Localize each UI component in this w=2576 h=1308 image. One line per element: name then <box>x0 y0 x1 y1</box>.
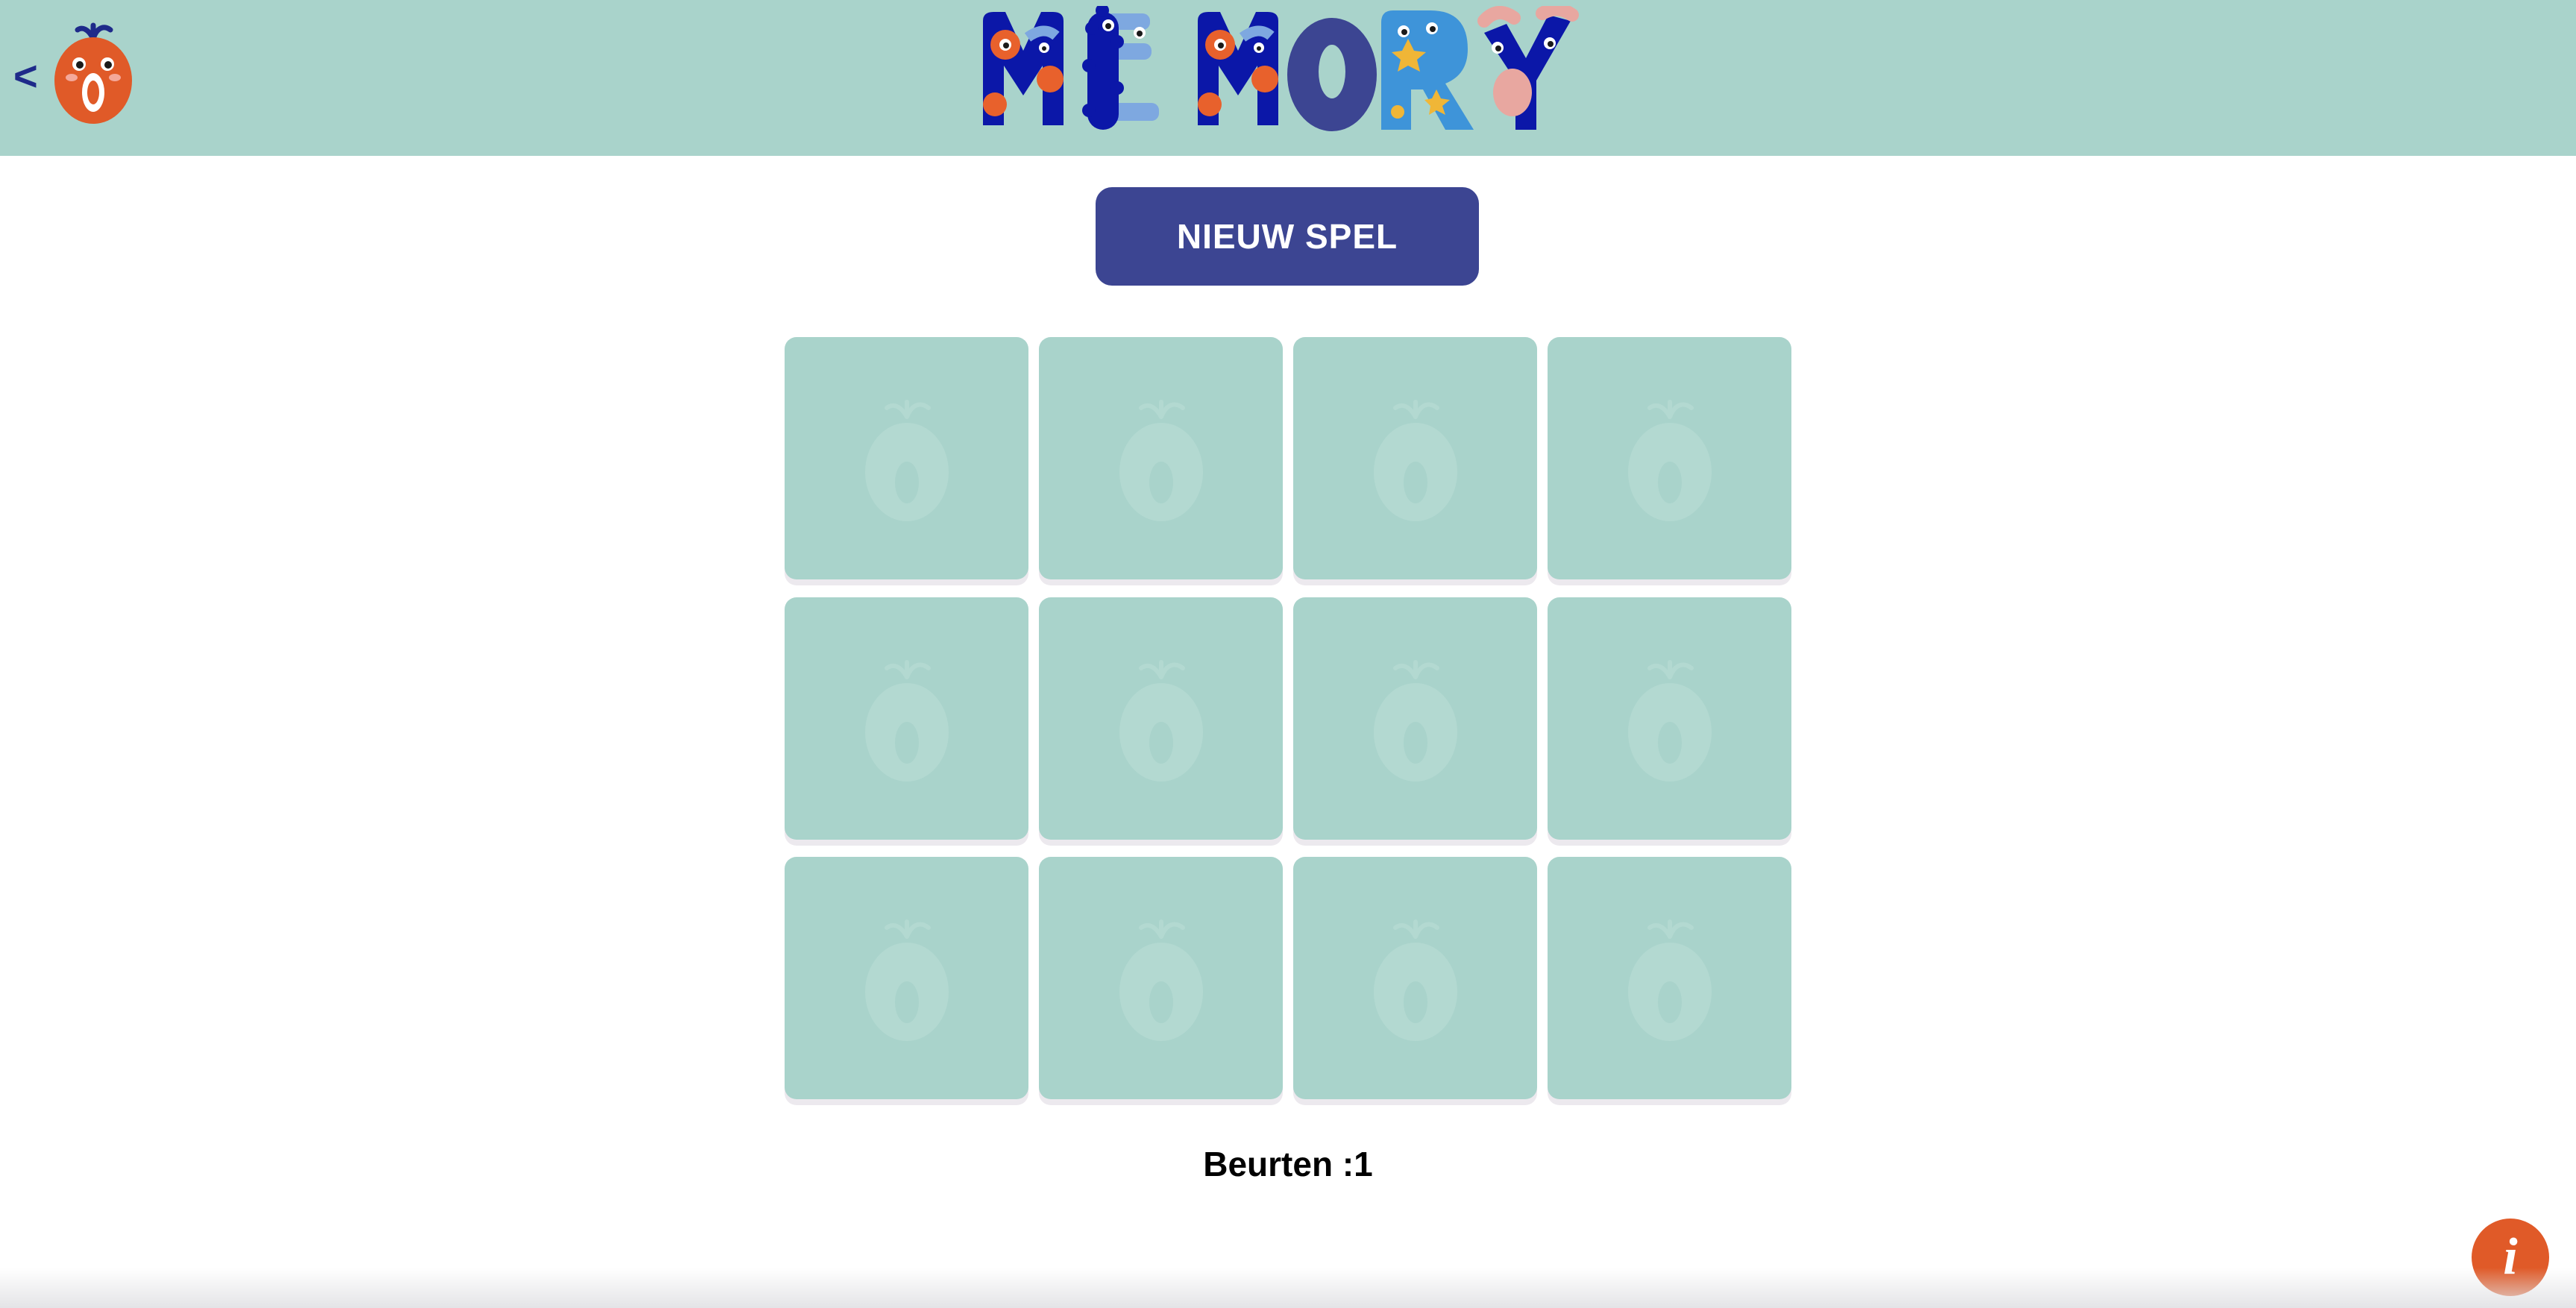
back-link[interactable]: < <box>7 22 134 130</box>
new-game-button[interactable]: NIEUW SPEL <box>1096 187 1479 286</box>
memory-card[interactable] <box>785 337 1028 579</box>
tomato-mascot-icon <box>1627 919 1712 1041</box>
info-button[interactable]: i <box>2472 1219 2549 1296</box>
tomato-mascot-icon <box>864 659 949 782</box>
tomato-mascot-icon <box>1373 399 1457 521</box>
tomato-mascot-icon <box>1627 659 1712 782</box>
tomato-mascot-icon <box>1373 659 1457 782</box>
logo-letter-m2-icon <box>1198 12 1278 125</box>
tomato-mascot-icon <box>1119 919 1203 1041</box>
header-bar: < MEMORY <box>0 0 2576 156</box>
tomato-mascot-icon <box>1119 399 1203 521</box>
turn-counter-label: Beurten : <box>1203 1145 1354 1183</box>
memory-card[interactable] <box>1039 597 1283 840</box>
logo-letter-m1-icon <box>983 12 1064 125</box>
back-chevron-icon: < <box>13 52 38 99</box>
memory-card[interactable] <box>1548 597 1791 840</box>
tomato-mascot-icon <box>864 399 949 521</box>
bottom-shadow <box>0 1268 2576 1308</box>
tomato-mascot-icon <box>1627 399 1712 521</box>
memory-card[interactable] <box>785 857 1028 1099</box>
memory-logo: MEMORY <box>976 2 1617 133</box>
memory-logo-art-icon <box>983 2 1579 131</box>
memory-card[interactable] <box>1548 857 1791 1099</box>
turn-counter: Beurten :1 <box>1139 1142 1437 1186</box>
tomato-mascot-icon <box>1119 659 1203 782</box>
logo-letter-o-icon <box>1287 18 1377 131</box>
memory-card[interactable] <box>785 597 1028 840</box>
logo-letter-e-icon <box>1082 4 1159 130</box>
memory-card[interactable] <box>1293 337 1537 579</box>
memory-card[interactable] <box>1293 857 1537 1099</box>
tomato-mascot-icon <box>864 919 949 1041</box>
memory-board <box>785 337 1791 1108</box>
tomato-mascot-logo-icon <box>54 22 132 124</box>
memory-card[interactable] <box>1039 857 1283 1099</box>
logo-letter-y-icon <box>1477 2 1579 130</box>
memory-card[interactable] <box>1548 337 1791 579</box>
memory-card[interactable] <box>1293 597 1537 840</box>
logo-letter-r-icon <box>1381 10 1474 130</box>
memory-card[interactable] <box>1039 337 1283 579</box>
tomato-mascot-icon <box>1373 919 1457 1041</box>
turn-counter-value: 1 <box>1354 1145 1373 1183</box>
